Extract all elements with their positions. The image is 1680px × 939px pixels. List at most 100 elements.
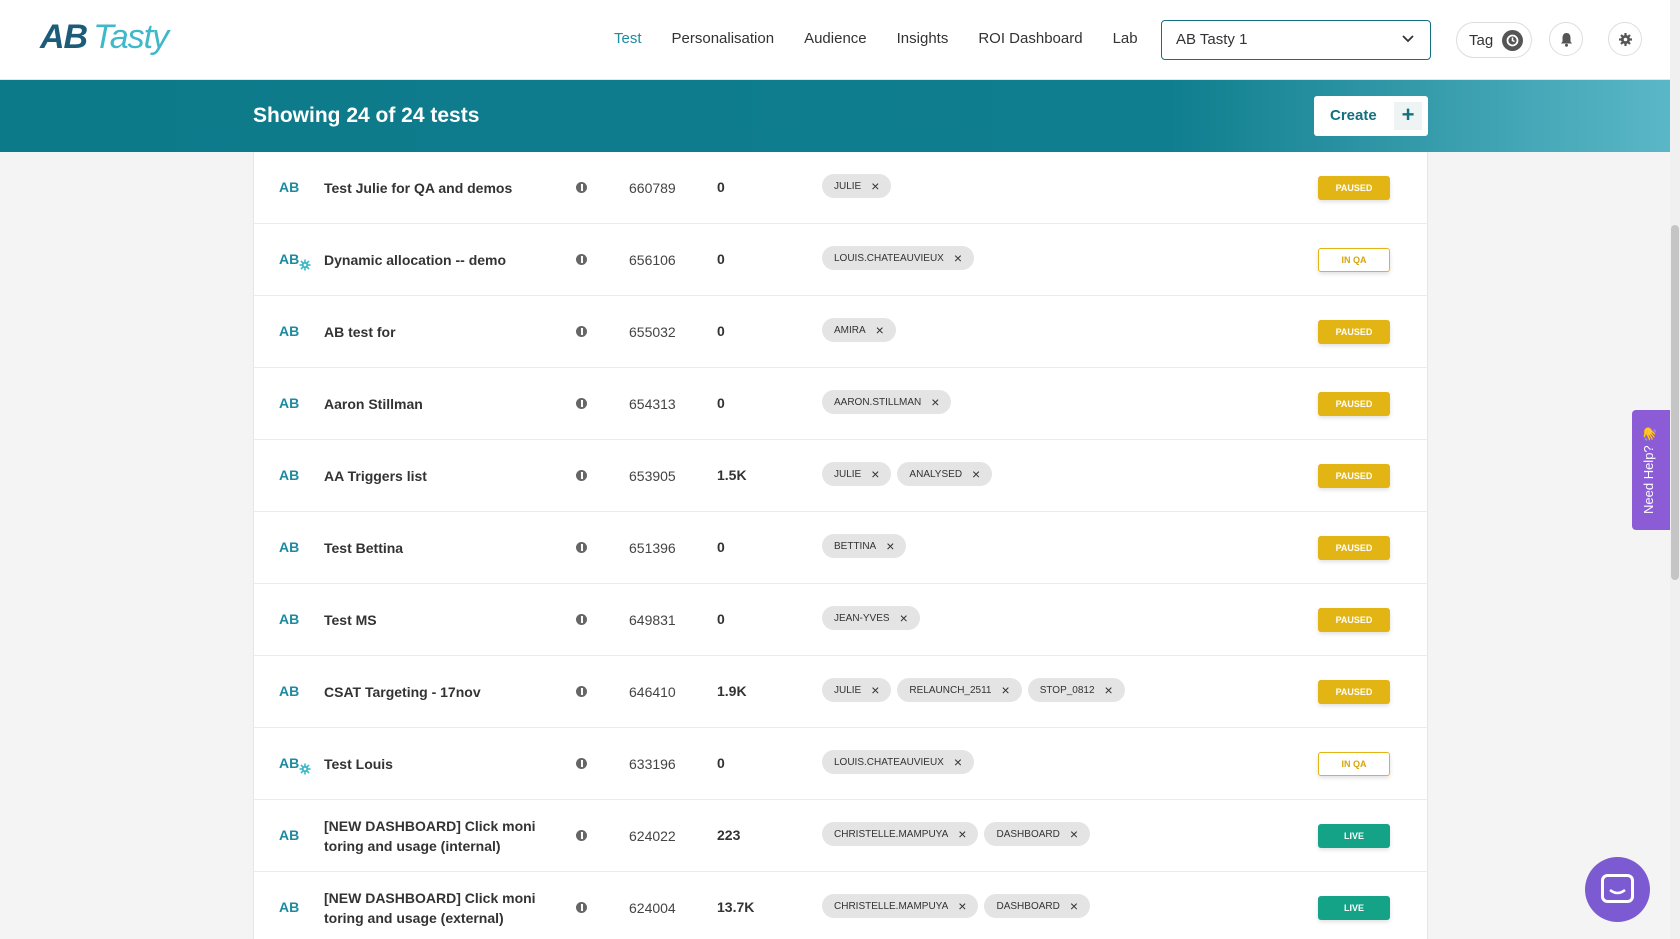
nav-audience[interactable]: Audience — [804, 30, 867, 47]
remove-tag-icon[interactable]: × — [954, 250, 962, 266]
main-nav: Test Personalisation Audience Insights R… — [614, 30, 1138, 47]
test-name[interactable]: [NEW DASHBOARD] Click moni toring and us… — [324, 888, 544, 928]
tag-chip: BETTINA × — [822, 534, 907, 558]
info-icon[interactable] — [576, 182, 587, 193]
status-badge[interactable]: PAUSED — [1318, 680, 1390, 704]
nav-roi-dashboard[interactable]: ROI Dashboard — [978, 30, 1082, 47]
create-button[interactable]: Create + — [1314, 96, 1428, 136]
test-row[interactable]: AB Test MS 649831 0 JEAN-YVES × PAUSED — [254, 584, 1427, 656]
create-button-label: Create — [1330, 107, 1377, 124]
remove-tag-icon[interactable]: × — [1070, 826, 1078, 842]
status-badge[interactable]: PAUSED — [1318, 320, 1390, 344]
scrollbar-thumb[interactable] — [1671, 225, 1679, 580]
test-row[interactable]: AB [NEW DASHBOARD] Click moni toring and … — [254, 800, 1427, 872]
tag-chip: LOUIS.CHATEAUVIEUX × — [822, 750, 975, 774]
info-icon[interactable] — [576, 254, 587, 265]
bell-icon — [1561, 33, 1572, 47]
test-row[interactable]: AB [NEW DASHBOARD] Click moni toring and … — [254, 872, 1427, 939]
status-badge[interactable]: IN QA — [1318, 248, 1390, 272]
nav-test[interactable]: Test — [614, 30, 642, 47]
test-type-label: AB — [279, 683, 300, 699]
info-icon[interactable] — [576, 542, 587, 553]
remove-tag-icon[interactable]: × — [954, 754, 962, 770]
remove-tag-icon[interactable]: × — [958, 826, 966, 842]
test-type-badge: AB — [279, 827, 299, 843]
tag-list: LOUIS.CHATEAUVIEUX × — [822, 246, 975, 270]
remove-tag-icon[interactable]: × — [900, 610, 908, 626]
test-name[interactable]: Test MS — [324, 610, 544, 630]
status-badge[interactable]: PAUSED — [1318, 608, 1390, 632]
nav-lab[interactable]: Lab — [1113, 30, 1138, 47]
test-row[interactable]: AB Test Louis 633196 0 LOUIS.CHATEAUVIEUX × IN… — [254, 728, 1427, 800]
info-icon[interactable] — [576, 326, 587, 337]
chat-icon — [1601, 874, 1634, 903]
status-badge[interactable]: LIVE — [1318, 824, 1390, 848]
test-type-badge: AB — [279, 611, 299, 627]
test-name[interactable]: AB test for — [324, 322, 544, 342]
test-type-badge: AB — [279, 899, 299, 915]
info-icon[interactable] — [576, 902, 587, 913]
test-name[interactable]: Test Julie for QA and demos — [324, 178, 544, 198]
tag-list: AARON.STILLMAN × — [822, 390, 952, 414]
test-name[interactable]: CSAT Targeting - 17nov — [324, 682, 544, 702]
remove-tag-icon[interactable]: × — [871, 682, 879, 698]
status-badge[interactable]: LIVE — [1318, 896, 1390, 920]
remove-tag-icon[interactable]: × — [871, 466, 879, 482]
nav-personalisation[interactable]: Personalisation — [672, 30, 775, 47]
info-icon[interactable] — [576, 686, 587, 697]
remove-tag-icon[interactable]: × — [876, 322, 884, 338]
test-row[interactable]: AB CSAT Targeting - 17nov 646410 1.9K JULIE ×… — [254, 656, 1427, 728]
remove-tag-icon[interactable]: × — [871, 178, 879, 194]
remove-tag-icon[interactable]: × — [958, 898, 966, 914]
account-selector-value: AB Tasty 1 — [1176, 31, 1248, 48]
test-name[interactable]: AA Triggers list — [324, 466, 544, 486]
test-visits: 13.7K — [717, 899, 755, 915]
test-name[interactable]: [NEW DASHBOARD] Click moni toring and us… — [324, 816, 544, 856]
test-name[interactable]: Test Louis — [324, 754, 544, 774]
remove-tag-icon[interactable]: × — [931, 394, 939, 410]
remove-tag-icon[interactable]: × — [1002, 682, 1010, 698]
test-visits: 223 — [717, 827, 741, 843]
test-list: AB Test Julie for QA and demos 660789 0 JULI… — [253, 152, 1428, 939]
test-type-badge: AB — [279, 251, 311, 271]
test-row[interactable]: AB Aaron Stillman 654313 0 AARON.STILLMAN × PA… — [254, 368, 1427, 440]
tag-label: JULIE — [834, 180, 862, 192]
tag-label: RELAUNCH_2511 — [909, 684, 992, 696]
test-id: 651396 — [629, 540, 676, 556]
test-name[interactable]: Aaron Stillman — [324, 394, 544, 414]
test-row[interactable]: AB AA Triggers list 653905 1.5K JULIE × ANALYS… — [254, 440, 1427, 512]
test-row[interactable]: AB AB test for 655032 0 AMIRA × PAUSED — [254, 296, 1427, 368]
info-icon[interactable] — [576, 758, 587, 769]
test-name[interactable]: Dynamic allocation -- demo — [324, 250, 544, 270]
need-help-tab[interactable]: Need Help? 👋 — [1632, 410, 1670, 530]
test-row[interactable]: AB Dynamic allocation -- demo 656106 0 LOUIS… — [254, 224, 1427, 296]
ab-tasty-logo[interactable]: AB Tasty — [40, 18, 169, 57]
nav-insights[interactable]: Insights — [897, 30, 949, 47]
remove-tag-icon[interactable]: × — [886, 538, 894, 554]
tag-chip: DASHBOARD × — [984, 822, 1091, 846]
notifications-button[interactable] — [1549, 22, 1583, 56]
remove-tag-icon[interactable]: × — [1105, 682, 1113, 698]
info-icon[interactable] — [576, 830, 587, 841]
info-icon[interactable] — [576, 470, 587, 481]
status-badge[interactable]: PAUSED — [1318, 464, 1390, 488]
remove-tag-icon[interactable]: × — [1070, 898, 1078, 914]
plus-icon: + — [1394, 102, 1422, 130]
remove-tag-icon[interactable]: × — [972, 466, 980, 482]
tag-button[interactable]: Tag — [1456, 22, 1532, 58]
test-type-label: AB — [279, 899, 300, 915]
test-name[interactable]: Test Bettina — [324, 538, 544, 558]
info-icon[interactable] — [576, 614, 587, 625]
status-badge[interactable]: PAUSED — [1318, 392, 1390, 416]
settings-button[interactable] — [1608, 22, 1642, 56]
test-row[interactable]: AB Test Bettina 651396 0 BETTINA × PAUSED — [254, 512, 1427, 584]
info-icon[interactable] — [576, 398, 587, 409]
test-row[interactable]: AB Test Julie for QA and demos 660789 0 JULI… — [254, 152, 1427, 224]
test-id: 656106 — [629, 252, 676, 268]
status-badge[interactable]: IN QA — [1318, 752, 1390, 776]
chat-launcher-button[interactable] — [1585, 857, 1650, 922]
tag-list: JULIE × — [822, 174, 892, 198]
status-badge[interactable]: PAUSED — [1318, 536, 1390, 560]
account-selector[interactable]: AB Tasty 1 — [1161, 20, 1431, 60]
status-badge[interactable]: PAUSED — [1318, 176, 1390, 200]
